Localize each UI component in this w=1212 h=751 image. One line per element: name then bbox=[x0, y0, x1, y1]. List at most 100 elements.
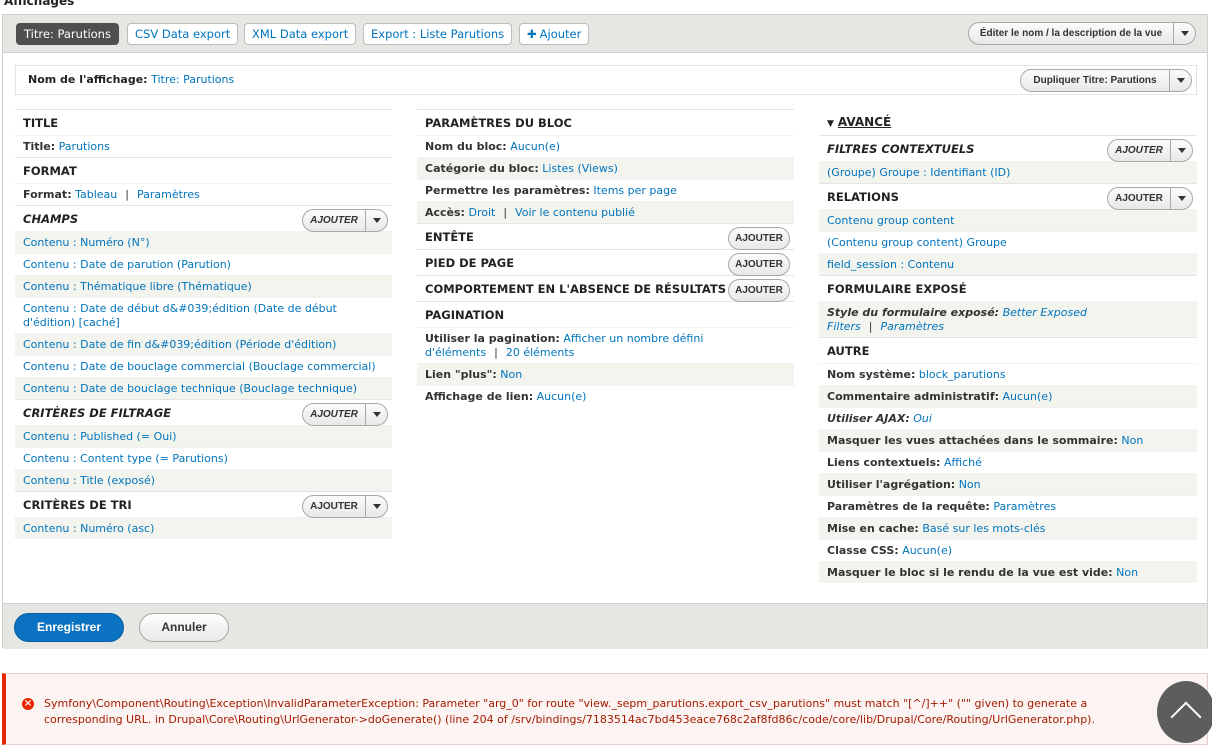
column-middle: PARAMÈTRES DU BLOC Nom du bloc: Aucun(e)… bbox=[417, 109, 794, 407]
caret-down-icon[interactable] bbox=[365, 496, 387, 517]
caret-down-icon[interactable] bbox=[1169, 70, 1191, 91]
other-row: Liens contextuels: Affiché bbox=[819, 451, 1197, 473]
link-display-value[interactable]: Aucun(e) bbox=[537, 390, 587, 403]
other-value-link[interactable]: Aucun(e) bbox=[902, 544, 952, 557]
tab-xml-export[interactable]: XML Data export bbox=[244, 23, 357, 45]
contextual-add-button[interactable]: Ajouter bbox=[1108, 145, 1170, 156]
access-settings-link[interactable]: Voir le contenu publié bbox=[515, 206, 635, 219]
contextual-link[interactable]: (Groupe) Groupe : Identifiant (ID) bbox=[827, 166, 1010, 179]
other-value-link[interactable]: Affiché bbox=[944, 456, 982, 469]
relations-add-dropbutton[interactable]: Ajouter bbox=[1107, 187, 1193, 210]
fields-add-button[interactable]: Ajouter bbox=[303, 215, 365, 226]
cancel-button[interactable]: Annuler bbox=[139, 613, 229, 642]
pager-items-link[interactable]: 20 éléments bbox=[506, 346, 575, 359]
filters-add-dropbutton[interactable]: Ajouter bbox=[302, 403, 388, 426]
other-value-link[interactable]: Oui bbox=[913, 412, 932, 425]
other-row: Masquer les vues attachées dans le somma… bbox=[819, 429, 1197, 451]
other-value-link[interactable]: block_parutions bbox=[919, 368, 1006, 381]
chevron-up-icon bbox=[1170, 701, 1202, 733]
field-row[interactable]: Contenu : Thématique libre (Thématique) bbox=[15, 275, 392, 297]
plus-icon: ✚ bbox=[527, 27, 537, 41]
link-display-label: Affichage de lien: bbox=[425, 390, 534, 403]
display-name-row: Nom de l'affichage: Titre: Parutions Dup… bbox=[15, 65, 1197, 95]
block-name-link[interactable]: Aucun(e) bbox=[510, 140, 560, 153]
tab-liste-parutions[interactable]: Export : Liste Parutions bbox=[363, 23, 513, 45]
filter-row[interactable]: Contenu : Published (= Oui) bbox=[15, 425, 392, 447]
sort-add-dropbutton[interactable]: Ajouter bbox=[302, 495, 388, 518]
sort-row[interactable]: Contenu : Numéro (asc) bbox=[15, 517, 392, 539]
duplicate-button[interactable]: Dupliquer Titre: Parutions bbox=[1021, 75, 1169, 86]
title-link[interactable]: Parutions bbox=[59, 140, 110, 153]
field-link[interactable]: Contenu : Date de bouclage commercial (B… bbox=[23, 360, 376, 373]
section-empty: COMPORTEMENT EN L'ABSENCE DE RÉSULTATS Aj… bbox=[417, 275, 794, 302]
field-link[interactable]: Contenu : Date de début d&#039;édition (… bbox=[23, 302, 337, 329]
field-row[interactable]: Contenu : Date de fin d&#039;édition (Pé… bbox=[15, 333, 392, 355]
caret-down-icon[interactable] bbox=[365, 210, 387, 231]
caret-down-icon[interactable] bbox=[1173, 23, 1195, 44]
contextual-add-dropbutton[interactable]: Ajouter bbox=[1107, 139, 1193, 162]
field-link[interactable]: Contenu : Date de bouclage technique (Bo… bbox=[23, 382, 357, 395]
format-link[interactable]: Tableau bbox=[75, 188, 117, 201]
tab-titre-parutions[interactable]: Titre: Parutions bbox=[16, 23, 119, 45]
field-link[interactable]: Contenu : Thématique libre (Thématique) bbox=[23, 280, 252, 293]
block-allow-link[interactable]: Items per page bbox=[593, 184, 677, 197]
advanced-toggle[interactable]: ▼ AVANCÉ bbox=[819, 109, 1197, 135]
sort-heading: CRITÈRES DE TRI bbox=[23, 498, 132, 512]
display-name-link[interactable]: Titre: Parutions bbox=[151, 73, 234, 86]
tab-add-display[interactable]: ✚ Ajouter bbox=[519, 23, 590, 45]
fields-add-dropbutton[interactable]: Ajouter bbox=[302, 209, 388, 232]
relation-link[interactable]: Contenu group content bbox=[827, 214, 954, 227]
header-add-button[interactable]: Ajouter bbox=[728, 227, 790, 250]
field-link[interactable]: Contenu : Numéro (N°) bbox=[23, 236, 150, 249]
scroll-to-top-button[interactable] bbox=[1157, 681, 1212, 743]
filter-row[interactable]: Contenu : Content type (= Parutions) bbox=[15, 447, 392, 469]
caret-down-icon[interactable] bbox=[1170, 140, 1192, 161]
other-value-link[interactable]: Non bbox=[1121, 434, 1143, 447]
access-link[interactable]: Droit bbox=[468, 206, 495, 219]
field-row[interactable]: Contenu : Date de début d&#039;édition (… bbox=[15, 297, 392, 333]
relation-row[interactable]: (Contenu group content) Groupe bbox=[819, 231, 1197, 253]
edit-view-name-button[interactable]: Éditer le nom / la description de la vue bbox=[969, 28, 1173, 39]
relation-link[interactable]: (Contenu group content) Groupe bbox=[827, 236, 1007, 249]
relations-add-button[interactable]: Ajouter bbox=[1108, 193, 1170, 204]
field-row[interactable]: Contenu : Date de parution (Parution) bbox=[15, 253, 392, 275]
other-value-link[interactable]: Paramètres bbox=[993, 500, 1056, 513]
field-row[interactable]: Contenu : Numéro (N°) bbox=[15, 231, 392, 253]
exposed-settings-link[interactable]: Paramètres bbox=[881, 320, 944, 333]
other-value-link[interactable]: Aucun(e) bbox=[1003, 390, 1053, 403]
other-value-link[interactable]: Non bbox=[959, 478, 981, 491]
other-value-link[interactable]: Basé sur les mots-clés bbox=[922, 522, 1045, 535]
filter-link[interactable]: Contenu : Published (= Oui) bbox=[23, 430, 177, 443]
filter-row[interactable]: Contenu : Title (exposé) bbox=[15, 469, 392, 491]
footer-heading: PIED DE PAGE bbox=[425, 256, 515, 270]
relation-link[interactable]: field_session : Contenu bbox=[827, 258, 954, 271]
block-name-row: Nom du bloc: Aucun(e) bbox=[417, 135, 794, 157]
relation-row[interactable]: Contenu group content bbox=[819, 209, 1197, 231]
section-header: ENTÊTE Ajouter bbox=[417, 223, 794, 250]
more-link-value[interactable]: Non bbox=[500, 368, 522, 381]
field-row[interactable]: Contenu : Date de bouclage commercial (B… bbox=[15, 355, 392, 377]
relation-row[interactable]: field_session : Contenu bbox=[819, 253, 1197, 275]
block-category-link[interactable]: Listes (Views) bbox=[542, 162, 618, 175]
duplicate-dropbutton[interactable]: Dupliquer Titre: Parutions bbox=[1020, 69, 1192, 92]
empty-add-button[interactable]: Ajouter bbox=[728, 279, 790, 302]
caret-down-icon[interactable] bbox=[1170, 188, 1192, 209]
advanced-label[interactable]: AVANCÉ bbox=[838, 115, 891, 129]
edit-view-name-dropbutton[interactable]: Éditer le nom / la description de la vue bbox=[968, 22, 1196, 45]
format-settings-link[interactable]: Paramètres bbox=[137, 188, 200, 201]
filters-add-button[interactable]: Ajouter bbox=[303, 409, 365, 420]
filter-link[interactable]: Contenu : Title (exposé) bbox=[23, 474, 155, 487]
pager-link-row: Affichage de lien: Aucun(e) bbox=[417, 385, 794, 407]
filter-link[interactable]: Contenu : Content type (= Parutions) bbox=[23, 452, 228, 465]
sort-add-button[interactable]: Ajouter bbox=[303, 501, 365, 512]
other-value-link[interactable]: Non bbox=[1116, 566, 1138, 579]
field-link[interactable]: Contenu : Date de fin d&#039;édition (Pé… bbox=[23, 338, 336, 351]
field-row[interactable]: Contenu : Date de bouclage technique (Bo… bbox=[15, 377, 392, 399]
save-button[interactable]: Enregistrer bbox=[14, 613, 124, 642]
sort-link[interactable]: Contenu : Numéro (asc) bbox=[23, 522, 154, 535]
footer-add-button[interactable]: Ajouter bbox=[728, 253, 790, 276]
caret-down-icon[interactable] bbox=[365, 404, 387, 425]
field-link[interactable]: Contenu : Date de parution (Parution) bbox=[23, 258, 231, 271]
tab-csv-export[interactable]: CSV Data export bbox=[127, 23, 239, 45]
contextual-row[interactable]: (Groupe) Groupe : Identifiant (ID) bbox=[819, 161, 1197, 183]
